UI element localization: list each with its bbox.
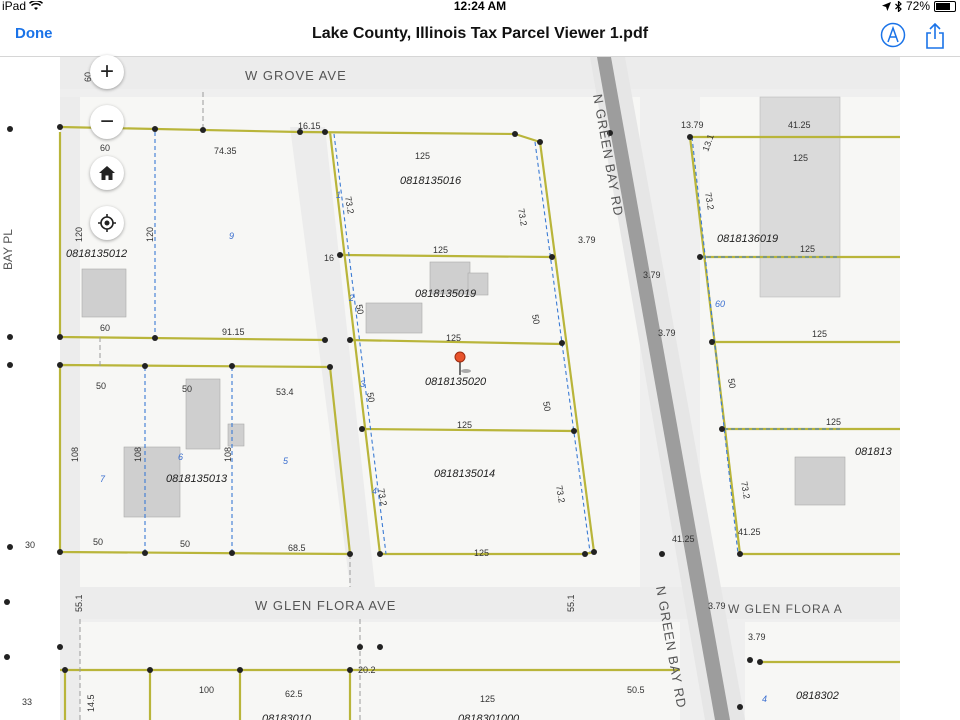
battery-icon: [934, 0, 956, 12]
dimension-label: 50: [96, 381, 106, 391]
parcel-id[interactable]: 08183010: [262, 713, 312, 720]
dimension-label: 125: [800, 244, 815, 254]
dimension-label: 108: [223, 447, 233, 462]
lot-number: 6: [178, 452, 183, 462]
document-title: Lake County, Illinois Tax Parcel Viewer …: [311, 25, 649, 42]
status-right: 72%: [881, 0, 956, 13]
parcel-id[interactable]: 0818135012: [66, 248, 127, 260]
dimension-label: 120: [145, 227, 155, 242]
parcel-id[interactable]: 0818301000: [458, 713, 520, 720]
zoom-out-button[interactable]: −: [90, 105, 124, 139]
dimension-label: 20.2: [358, 665, 376, 675]
battery-percent: 72%: [905, 0, 930, 13]
dimension-label: 3.79: [658, 328, 676, 338]
dimension-label: 100: [199, 685, 214, 695]
home-button[interactable]: [90, 156, 124, 190]
lot-number: 2: [348, 293, 354, 303]
parcel-id[interactable]: 0818135013: [166, 473, 228, 485]
zoom-in-button[interactable]: +: [90, 55, 124, 89]
dimension-label: 50: [541, 401, 553, 413]
lot-number: 3: [360, 379, 365, 389]
parcel-id[interactable]: 0818135016: [400, 175, 462, 187]
dimension-label: 41.25: [672, 534, 695, 544]
dimension-label: 30: [25, 540, 35, 550]
parcel-id[interactable]: 081813: [855, 446, 893, 458]
dimension-label: 3.79: [643, 270, 661, 280]
share-icon[interactable]: [924, 22, 946, 50]
dimension-label: 50.5: [627, 685, 645, 695]
dimension-label: 108: [133, 447, 143, 462]
locate-button[interactable]: [90, 206, 124, 240]
dimension-label: 50: [365, 392, 377, 404]
street-label-grove: W GROVE AVE: [245, 68, 347, 83]
dimension-label: 50: [530, 314, 542, 326]
dimension-label: 50: [354, 304, 366, 316]
lot-number: 4: [372, 486, 377, 496]
dimension-label: 125: [457, 420, 472, 430]
parcel-id[interactable]: 0818135014: [434, 468, 495, 480]
dimension-label: 13.79: [681, 120, 704, 130]
dimension-label: 60: [100, 323, 110, 333]
parcel-id[interactable]: 0818135020: [425, 376, 487, 388]
dimension-label: 55.1: [566, 594, 576, 612]
location-arrow-icon: [881, 1, 891, 11]
clock: 12:24 AM: [453, 0, 507, 13]
map-viewport[interactable]: W GROVE AVE W GLEN FLORA AVE W GLEN FLOR…: [0, 55, 960, 720]
dimension-label: 50: [182, 384, 192, 394]
lot-number: 60: [715, 299, 725, 309]
dimension-label: 91.15: [222, 327, 245, 337]
dimension-label: 125: [480, 694, 495, 704]
street-label-glen-flora: W GLEN FLORA AVE: [255, 598, 396, 613]
markup-pen-icon[interactable]: [880, 22, 906, 48]
dimension-label: 50: [726, 378, 738, 390]
dimension-label: 33: [22, 697, 32, 707]
dimension-label: 74.35: [214, 146, 237, 156]
parcel-id[interactable]: 0818302: [796, 690, 839, 702]
bluetooth-icon: [895, 0, 902, 12]
dimension-label: 50: [93, 537, 103, 547]
dimension-label: 60: [100, 143, 110, 153]
dimension-label: 16.15: [298, 121, 321, 131]
dimension-label: 68.5: [288, 543, 306, 553]
dimension-label: 50: [180, 539, 190, 549]
dimension-label: 3.79: [578, 235, 596, 245]
home-icon: [99, 166, 115, 180]
lot-number: 4: [762, 694, 767, 704]
dimension-label: 41.25: [738, 527, 761, 537]
parcel-id[interactable]: 0818136019: [717, 233, 778, 245]
dimension-label: 125: [446, 333, 461, 343]
dimension-label: 125: [826, 417, 841, 427]
status-bar: iPad 12:24 AM 72%: [0, 0, 960, 14]
dimension-label: 53.4: [276, 387, 294, 397]
nav-bar: Done Lake County, Illinois Tax Parcel Vi…: [0, 14, 960, 57]
dimension-label: 125: [415, 151, 430, 161]
lot-number: 9: [229, 231, 234, 241]
dimension-label: 3.79: [708, 601, 726, 611]
lot-number: 1: [336, 190, 341, 200]
dimension-label: 108: [70, 447, 80, 462]
dimension-label: 125: [474, 548, 489, 558]
dimension-label: 125: [812, 329, 827, 339]
dimension-label: 125: [793, 153, 808, 163]
dimension-label: 55.1: [74, 594, 84, 612]
dimension-label: 125: [433, 245, 448, 255]
parcel-map[interactable]: W GROVE AVE W GLEN FLORA AVE W GLEN FLOR…: [0, 57, 900, 720]
dimension-label: 41.25: [788, 120, 811, 130]
dimension-label: 120: [74, 227, 84, 242]
locate-icon: [98, 214, 116, 232]
dimension-label: 3.79: [748, 632, 766, 642]
dimension-label: 16: [324, 253, 334, 263]
dimension-label: 62.5: [285, 689, 303, 699]
street-label-bay-pl: BAY PL: [1, 229, 15, 270]
dimension-label: 14.5: [86, 694, 96, 712]
street-label-glen-flora-right: W GLEN FLORA A: [728, 602, 843, 616]
parcel-id[interactable]: 0818135019: [415, 288, 476, 300]
